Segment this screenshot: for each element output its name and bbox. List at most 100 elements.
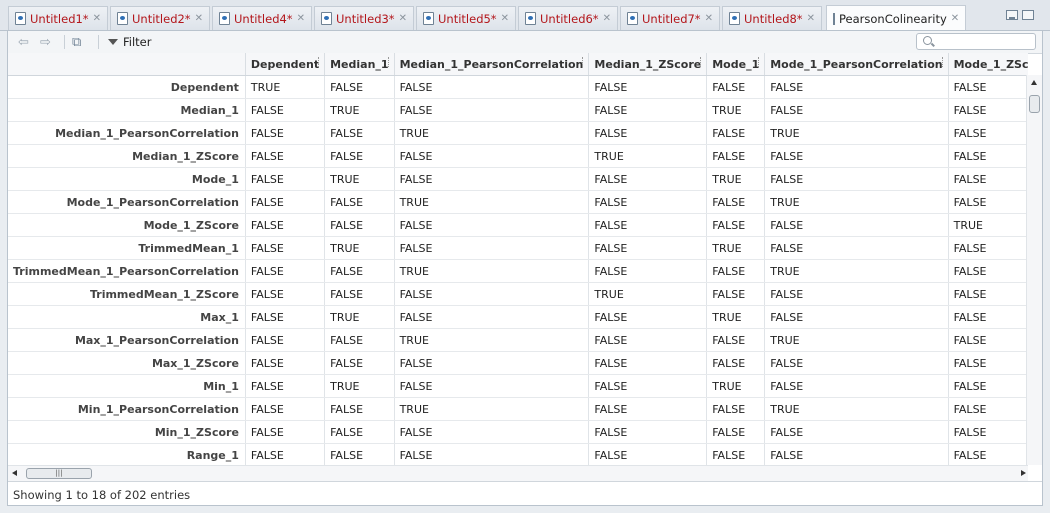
horizontal-scroll-thumb[interactable]: ||| bbox=[26, 468, 92, 479]
row-name: Mode_1_PearsonCorrelation bbox=[8, 190, 246, 214]
horizontal-scrollbar[interactable]: ||| bbox=[8, 465, 1028, 481]
table-cell: FALSE bbox=[764, 167, 949, 191]
close-tab-icon[interactable]: ✕ bbox=[603, 13, 611, 24]
table-cell: FALSE bbox=[588, 236, 708, 260]
table-cell: FALSE bbox=[394, 144, 590, 168]
row-name: Range_1 bbox=[8, 443, 246, 465]
column-header[interactable]: Dependent bbox=[245, 53, 326, 76]
popout-window-icon[interactable]: ⧉ bbox=[72, 34, 81, 50]
table-cell: FALSE bbox=[588, 121, 708, 145]
row-name: Min_1_ZScore bbox=[8, 420, 246, 444]
table-cell: FALSE bbox=[588, 374, 708, 398]
sort-handle-icon[interactable] bbox=[387, 57, 392, 67]
filter-funnel-icon bbox=[108, 39, 118, 45]
table-cell: FALSE bbox=[245, 98, 326, 122]
close-tab-icon[interactable]: ✕ bbox=[297, 13, 305, 24]
table-row: Median_1_ZScore FALSE FALSE FALSE TRUE FALSE F… bbox=[8, 144, 1028, 168]
tab-untitled3[interactable]: Untitled3* ✕ bbox=[314, 6, 414, 30]
r-script-icon bbox=[15, 12, 26, 25]
maximize-pane-icon[interactable] bbox=[1022, 10, 1034, 20]
tab-untitled5[interactable]: Untitled5* ✕ bbox=[416, 6, 516, 30]
table-cell: FALSE bbox=[324, 397, 395, 421]
r-script-icon bbox=[627, 12, 638, 25]
search-input[interactable] bbox=[916, 33, 1036, 50]
table-cell: FALSE bbox=[588, 213, 708, 237]
close-tab-icon[interactable]: ✕ bbox=[195, 13, 203, 24]
table-cell: FALSE bbox=[588, 190, 708, 214]
vertical-scrollbar[interactable] bbox=[1026, 75, 1042, 465]
tab-untitled7[interactable]: Untitled7* ✕ bbox=[620, 6, 720, 30]
table-cell: FALSE bbox=[588, 167, 708, 191]
data-grid-icon bbox=[833, 12, 835, 25]
row-name: Max_1 bbox=[8, 305, 246, 329]
search-icon bbox=[923, 36, 932, 45]
table-row: TrimmedMean_1_ZScore FALSE FALSE FALSE TRUE F… bbox=[8, 282, 1028, 306]
scroll-up-icon[interactable] bbox=[1031, 80, 1037, 85]
tab-label: Untitled7* bbox=[642, 11, 701, 26]
table-cell: FALSE bbox=[706, 420, 766, 444]
sort-handle-icon[interactable] bbox=[941, 57, 946, 67]
filter-button[interactable]: Filter bbox=[108, 34, 151, 50]
column-header[interactable]: Median_1_ZScore bbox=[588, 53, 708, 76]
sort-handle-icon[interactable] bbox=[758, 57, 762, 67]
forward-arrow-icon[interactable]: ⇨ bbox=[40, 34, 51, 50]
tab-untitled2[interactable]: Untitled2* ✕ bbox=[110, 6, 210, 30]
table-cell: FALSE bbox=[588, 420, 708, 444]
column-header-label: Mode_1 bbox=[712, 57, 760, 71]
table-cell: FALSE bbox=[588, 259, 708, 283]
close-tab-icon[interactable]: ✕ bbox=[807, 13, 815, 24]
column-header[interactable]: Mode_1 bbox=[706, 53, 766, 76]
back-arrow-icon[interactable]: ⇦ bbox=[18, 34, 29, 50]
scroll-right-icon[interactable] bbox=[1021, 470, 1026, 476]
table-cell: FALSE bbox=[948, 236, 1028, 260]
sort-handle-icon[interactable] bbox=[318, 57, 322, 67]
scroll-left-icon[interactable] bbox=[12, 470, 17, 476]
table-cell: FALSE bbox=[245, 420, 326, 444]
table-cell: FALSE bbox=[706, 328, 766, 352]
vertical-scroll-thumb[interactable] bbox=[1029, 95, 1040, 113]
table-cell: FALSE bbox=[706, 259, 766, 283]
tab-untitled8[interactable]: Untitled8* ✕ bbox=[722, 6, 822, 30]
tab-label: Untitled6* bbox=[540, 11, 599, 26]
sort-handle-icon[interactable] bbox=[582, 57, 586, 67]
row-name: Median_1_PearsonCorrelation bbox=[8, 121, 246, 145]
table-cell: FALSE bbox=[324, 351, 395, 375]
row-name: Median_1_ZScore bbox=[8, 144, 246, 168]
tab-untitled4[interactable]: Untitled4* ✕ bbox=[212, 6, 312, 30]
row-name: Max_1_PearsonCorrelation bbox=[8, 328, 246, 352]
close-tab-icon[interactable]: ✕ bbox=[951, 13, 959, 24]
tab-untitled1[interactable]: Untitled1* ✕ bbox=[8, 6, 108, 30]
table-cell: FALSE bbox=[394, 167, 590, 191]
table-cell: FALSE bbox=[948, 75, 1028, 99]
table-cell: FALSE bbox=[324, 328, 395, 352]
row-name: Min_1_PearsonCorrelation bbox=[8, 397, 246, 421]
table-row: Max_1_ZScore FALSE FALSE FALSE FALSE FALSE FAL… bbox=[8, 351, 1028, 375]
table-cell: FALSE bbox=[948, 144, 1028, 168]
row-name: TrimmedMean_1 bbox=[8, 236, 246, 260]
column-header[interactable]: Median_1 bbox=[324, 53, 395, 76]
table-cell: TRUE bbox=[588, 282, 708, 306]
column-header[interactable]: Mode_1_ZScore bbox=[948, 53, 1028, 76]
minimize-pane-icon[interactable] bbox=[1006, 10, 1018, 20]
table-cell: TRUE bbox=[324, 374, 395, 398]
table-row: Min_1_PearsonCorrelation FALSE FALSE TRUE FA… bbox=[8, 397, 1028, 421]
table-cell: FALSE bbox=[324, 282, 395, 306]
table-cell: FALSE bbox=[764, 75, 949, 99]
close-tab-icon[interactable]: ✕ bbox=[399, 13, 407, 24]
column-header[interactable]: Mode_1_PearsonCorrelation bbox=[764, 53, 949, 76]
tab-untitled6[interactable]: Untitled6* ✕ bbox=[518, 6, 618, 30]
close-tab-icon[interactable]: ✕ bbox=[705, 13, 713, 24]
table-cell: FALSE bbox=[324, 420, 395, 444]
sort-handle-icon[interactable] bbox=[700, 57, 704, 67]
close-tab-icon[interactable]: ✕ bbox=[501, 13, 509, 24]
table-cell: FALSE bbox=[588, 351, 708, 375]
tab-pearsoncolinearity[interactable]: PearsonColinearity ✕ bbox=[826, 5, 966, 31]
tab-label: Untitled1* bbox=[30, 11, 89, 26]
column-header[interactable]: Median_1_PearsonCorrelation bbox=[394, 53, 590, 76]
row-name: TrimmedMean_1_ZScore bbox=[8, 282, 246, 306]
r-script-icon bbox=[117, 12, 128, 25]
close-tab-icon[interactable]: ✕ bbox=[93, 13, 101, 24]
table-row: Range_1 FALSE FALSE FALSE FALSE FALSE FALSE FAL… bbox=[8, 443, 1028, 465]
table-cell: FALSE bbox=[324, 259, 395, 283]
table-cell: TRUE bbox=[764, 397, 949, 421]
